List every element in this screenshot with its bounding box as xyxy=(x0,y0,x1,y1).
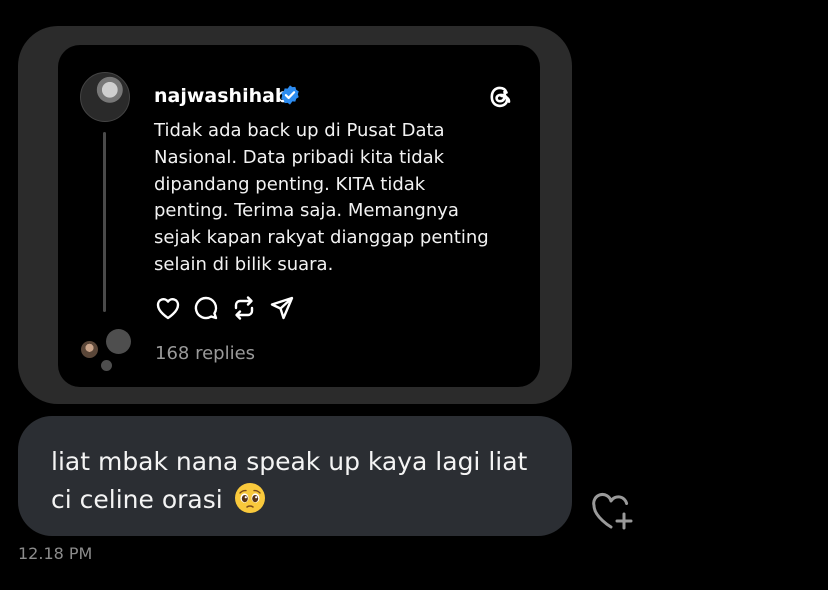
thread-line xyxy=(103,132,106,312)
verified-badge-icon xyxy=(281,85,299,105)
post-text: Tidak ada back up di Pusat Data Nasional… xyxy=(154,120,489,275)
add-reaction-heart-icon[interactable] xyxy=(590,492,636,532)
reply-dot-large xyxy=(106,329,131,354)
pleading-face-icon xyxy=(235,483,265,513)
post-username[interactable]: najwashihab xyxy=(154,85,289,107)
profile-avatar[interactable] xyxy=(80,72,130,122)
message-text: liat mbak nana speak up kaya lagi liat c… xyxy=(51,447,528,514)
reply-dot-small xyxy=(101,360,112,371)
heart-icon[interactable] xyxy=(154,294,182,322)
reply-avatar xyxy=(81,341,98,358)
comment-icon[interactable] xyxy=(192,294,220,322)
threads-logo-icon[interactable] xyxy=(484,80,518,114)
repost-icon[interactable] xyxy=(230,294,258,322)
share-icon[interactable] xyxy=(268,294,296,322)
replies-count[interactable]: 168 replies xyxy=(155,342,255,366)
message-timestamp: 12.18 PM xyxy=(18,544,93,563)
